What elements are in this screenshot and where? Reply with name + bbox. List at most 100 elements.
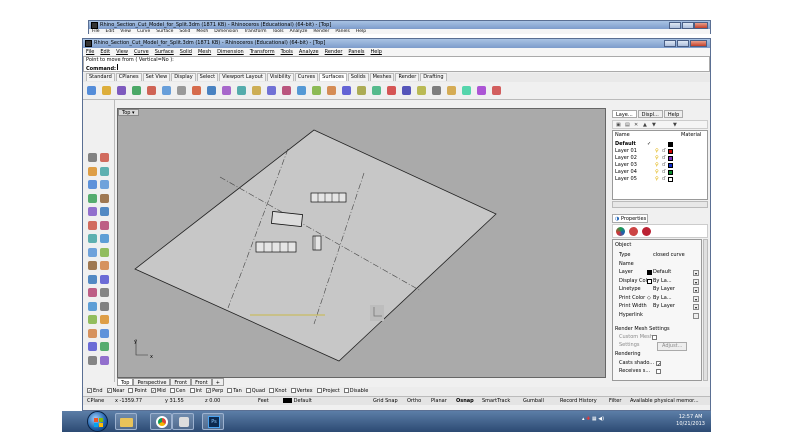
back-menu-render[interactable]: Render xyxy=(313,29,329,34)
layer-color-swatch[interactable] xyxy=(668,163,673,168)
toolbar-tab-curves[interactable]: Curves xyxy=(294,73,319,81)
toolbar-tool-21-icon[interactable] xyxy=(387,86,396,95)
maximize-button[interactable] xyxy=(677,40,689,47)
filter-toggle[interactable]: Filter xyxy=(607,397,623,406)
chrome-taskbar-button[interactable] xyxy=(150,413,172,430)
command-input[interactable] xyxy=(117,64,119,70)
toolbar-tool-17-icon[interactable] xyxy=(327,86,336,95)
left-tool-23-icon[interactable] xyxy=(88,301,97,311)
osnap-project[interactable]: Project xyxy=(316,388,340,394)
layer-color-swatch[interactable] xyxy=(668,170,673,175)
minimize-button[interactable] xyxy=(664,40,676,47)
toolbar-tool-14-icon[interactable] xyxy=(282,86,291,95)
properties-tab[interactable]: ◑ Properties xyxy=(612,214,648,223)
toolbar-tab-cplanes[interactable]: CPlanes xyxy=(115,73,142,81)
back-menu-tools[interactable]: Tools xyxy=(273,29,284,34)
osnap-quad-checkbox[interactable] xyxy=(245,388,251,393)
dropdown-arrow-icon[interactable]: ▾ xyxy=(693,295,699,302)
toolbar-tool-20-icon[interactable] xyxy=(372,86,381,95)
osnap-perp-checkbox[interactable]: ✓ xyxy=(206,388,212,393)
toolbar-tab-set-view[interactable]: Set View xyxy=(142,73,171,81)
property-value-hyperlink[interactable] xyxy=(653,312,691,319)
toolbar-tab-standard[interactable]: Standard xyxy=(86,73,115,81)
lock-icon[interactable]: ď xyxy=(662,162,665,169)
toolbar-tool-23-icon[interactable] xyxy=(417,86,426,95)
dropdown-arrow-icon[interactable]: ▾ xyxy=(693,287,699,293)
layer-row-4[interactable]: Layer 03 xyxy=(615,162,637,169)
osnap-end-checkbox[interactable]: ✓ xyxy=(87,388,92,393)
osnap-point-checkbox[interactable] xyxy=(128,388,134,393)
close-button[interactable] xyxy=(694,22,708,29)
left-tool-7-icon[interactable] xyxy=(88,193,97,203)
layers-scrollbar[interactable] xyxy=(612,201,708,208)
toolbar-tool-3-icon[interactable] xyxy=(117,86,126,95)
toolbar-tab-surfaces[interactable]: Surfaces xyxy=(319,73,347,81)
status-layer[interactable]: Default xyxy=(281,397,314,406)
osnap-project-checkbox[interactable] xyxy=(316,388,322,393)
panel-tab-1[interactable]: Displ... xyxy=(637,110,663,118)
toolbar-tab-solids[interactable]: Solids xyxy=(347,73,369,81)
toolbar-tab-select[interactable]: Select xyxy=(196,73,219,81)
properties-scrollbar[interactable] xyxy=(703,239,708,381)
back-menu-curve[interactable]: Curve xyxy=(137,29,150,34)
left-tool-8-icon[interactable] xyxy=(100,193,109,203)
lock-icon[interactable]: ď xyxy=(662,176,665,183)
back-menu-surface[interactable]: Surface xyxy=(156,29,173,34)
left-tool-5-icon[interactable] xyxy=(88,180,97,189)
left-tool-12-icon[interactable] xyxy=(100,220,109,230)
osnap-knot[interactable]: Knot xyxy=(268,388,287,394)
left-tool-14-icon[interactable] xyxy=(100,234,109,243)
left-tool-1-icon[interactable] xyxy=(88,153,97,162)
osnap-point[interactable]: Point xyxy=(127,388,147,394)
toolbar-tool-6-icon[interactable] xyxy=(162,86,171,95)
osnap-perp[interactable]: ✓ Perp xyxy=(205,388,223,394)
new-layer-icon[interactable]: ▣ xyxy=(616,122,621,128)
material-icon[interactable] xyxy=(629,227,638,236)
layer-color-swatch[interactable] xyxy=(668,142,673,147)
texture-mapping-icon[interactable] xyxy=(642,227,651,236)
left-tool-28-icon[interactable] xyxy=(100,328,109,338)
back-menu-transform[interactable]: Transform xyxy=(244,29,266,34)
toolbar-tool-4-icon[interactable] xyxy=(132,86,141,95)
layer-row-2[interactable]: Layer 01 xyxy=(615,148,637,155)
file-explorer-taskbar-button[interactable] xyxy=(115,413,137,430)
layer-color-swatch[interactable] xyxy=(668,149,673,154)
osnap-disable-checkbox[interactable] xyxy=(343,388,349,393)
toolbar-tool-26-icon[interactable] xyxy=(462,86,471,95)
toolbar-tool-16-icon[interactable] xyxy=(312,86,321,95)
layer-row-5[interactable]: Layer 04 xyxy=(615,169,637,176)
delete-layer-icon[interactable]: ✕ xyxy=(634,122,638,128)
layer-row-6[interactable]: Layer 05 xyxy=(615,176,637,183)
window-titlebar[interactable]: Rhino_Section_Cut_Model_for_Split.3dm (1… xyxy=(83,39,710,48)
left-tool-26-icon[interactable] xyxy=(100,315,109,324)
gumball-toggle[interactable]: Gumball xyxy=(521,397,546,406)
menu-file[interactable]: File xyxy=(86,49,94,55)
layer-color-swatch[interactable] xyxy=(668,156,673,161)
filter-icon[interactable]: ▼ xyxy=(673,122,677,128)
left-tool-25-icon[interactable] xyxy=(88,315,97,324)
left-tool-2-icon[interactable] xyxy=(100,153,109,162)
left-tool-21-icon[interactable] xyxy=(88,288,97,297)
background-window-titlebar[interactable]: Rhino_Section_Cut_Model_for_Split.3dm (1… xyxy=(89,21,710,29)
panel-tab-0[interactable]: Laye... xyxy=(612,110,637,118)
osnap-tan-checkbox[interactable] xyxy=(227,388,233,393)
menu-solid[interactable]: Solid xyxy=(180,49,192,55)
toolbar-tool-28-icon[interactable] xyxy=(492,86,501,95)
toolbar-tool-24-icon[interactable] xyxy=(432,86,441,95)
move-down-icon[interactable]: ▼ xyxy=(652,122,656,128)
property-value-layer[interactable]: Default xyxy=(653,269,691,276)
grid-snap-toggle[interactable]: Grid Snap xyxy=(371,397,400,406)
osnap-mid[interactable]: ✓ Mid xyxy=(150,388,166,394)
lightbulb-icon[interactable]: ♀ xyxy=(655,148,659,155)
layer-color-swatch[interactable] xyxy=(668,177,673,182)
viewport-tab-perspective[interactable]: Perspective xyxy=(133,378,171,386)
start-button[interactable] xyxy=(87,411,108,432)
toolbar-tab-render[interactable]: Render xyxy=(395,73,420,81)
menu-help[interactable]: Help xyxy=(371,49,382,55)
tray-arrow-icon[interactable]: ▴ xyxy=(582,416,585,422)
osnap-int[interactable]: Int xyxy=(189,388,202,394)
tray-volume-icon[interactable]: ◀) xyxy=(598,416,604,422)
back-menu-help[interactable]: Help xyxy=(356,29,366,34)
lock-icon[interactable]: ď xyxy=(662,169,665,176)
photoshop-taskbar-button[interactable]: Ps xyxy=(202,413,224,430)
